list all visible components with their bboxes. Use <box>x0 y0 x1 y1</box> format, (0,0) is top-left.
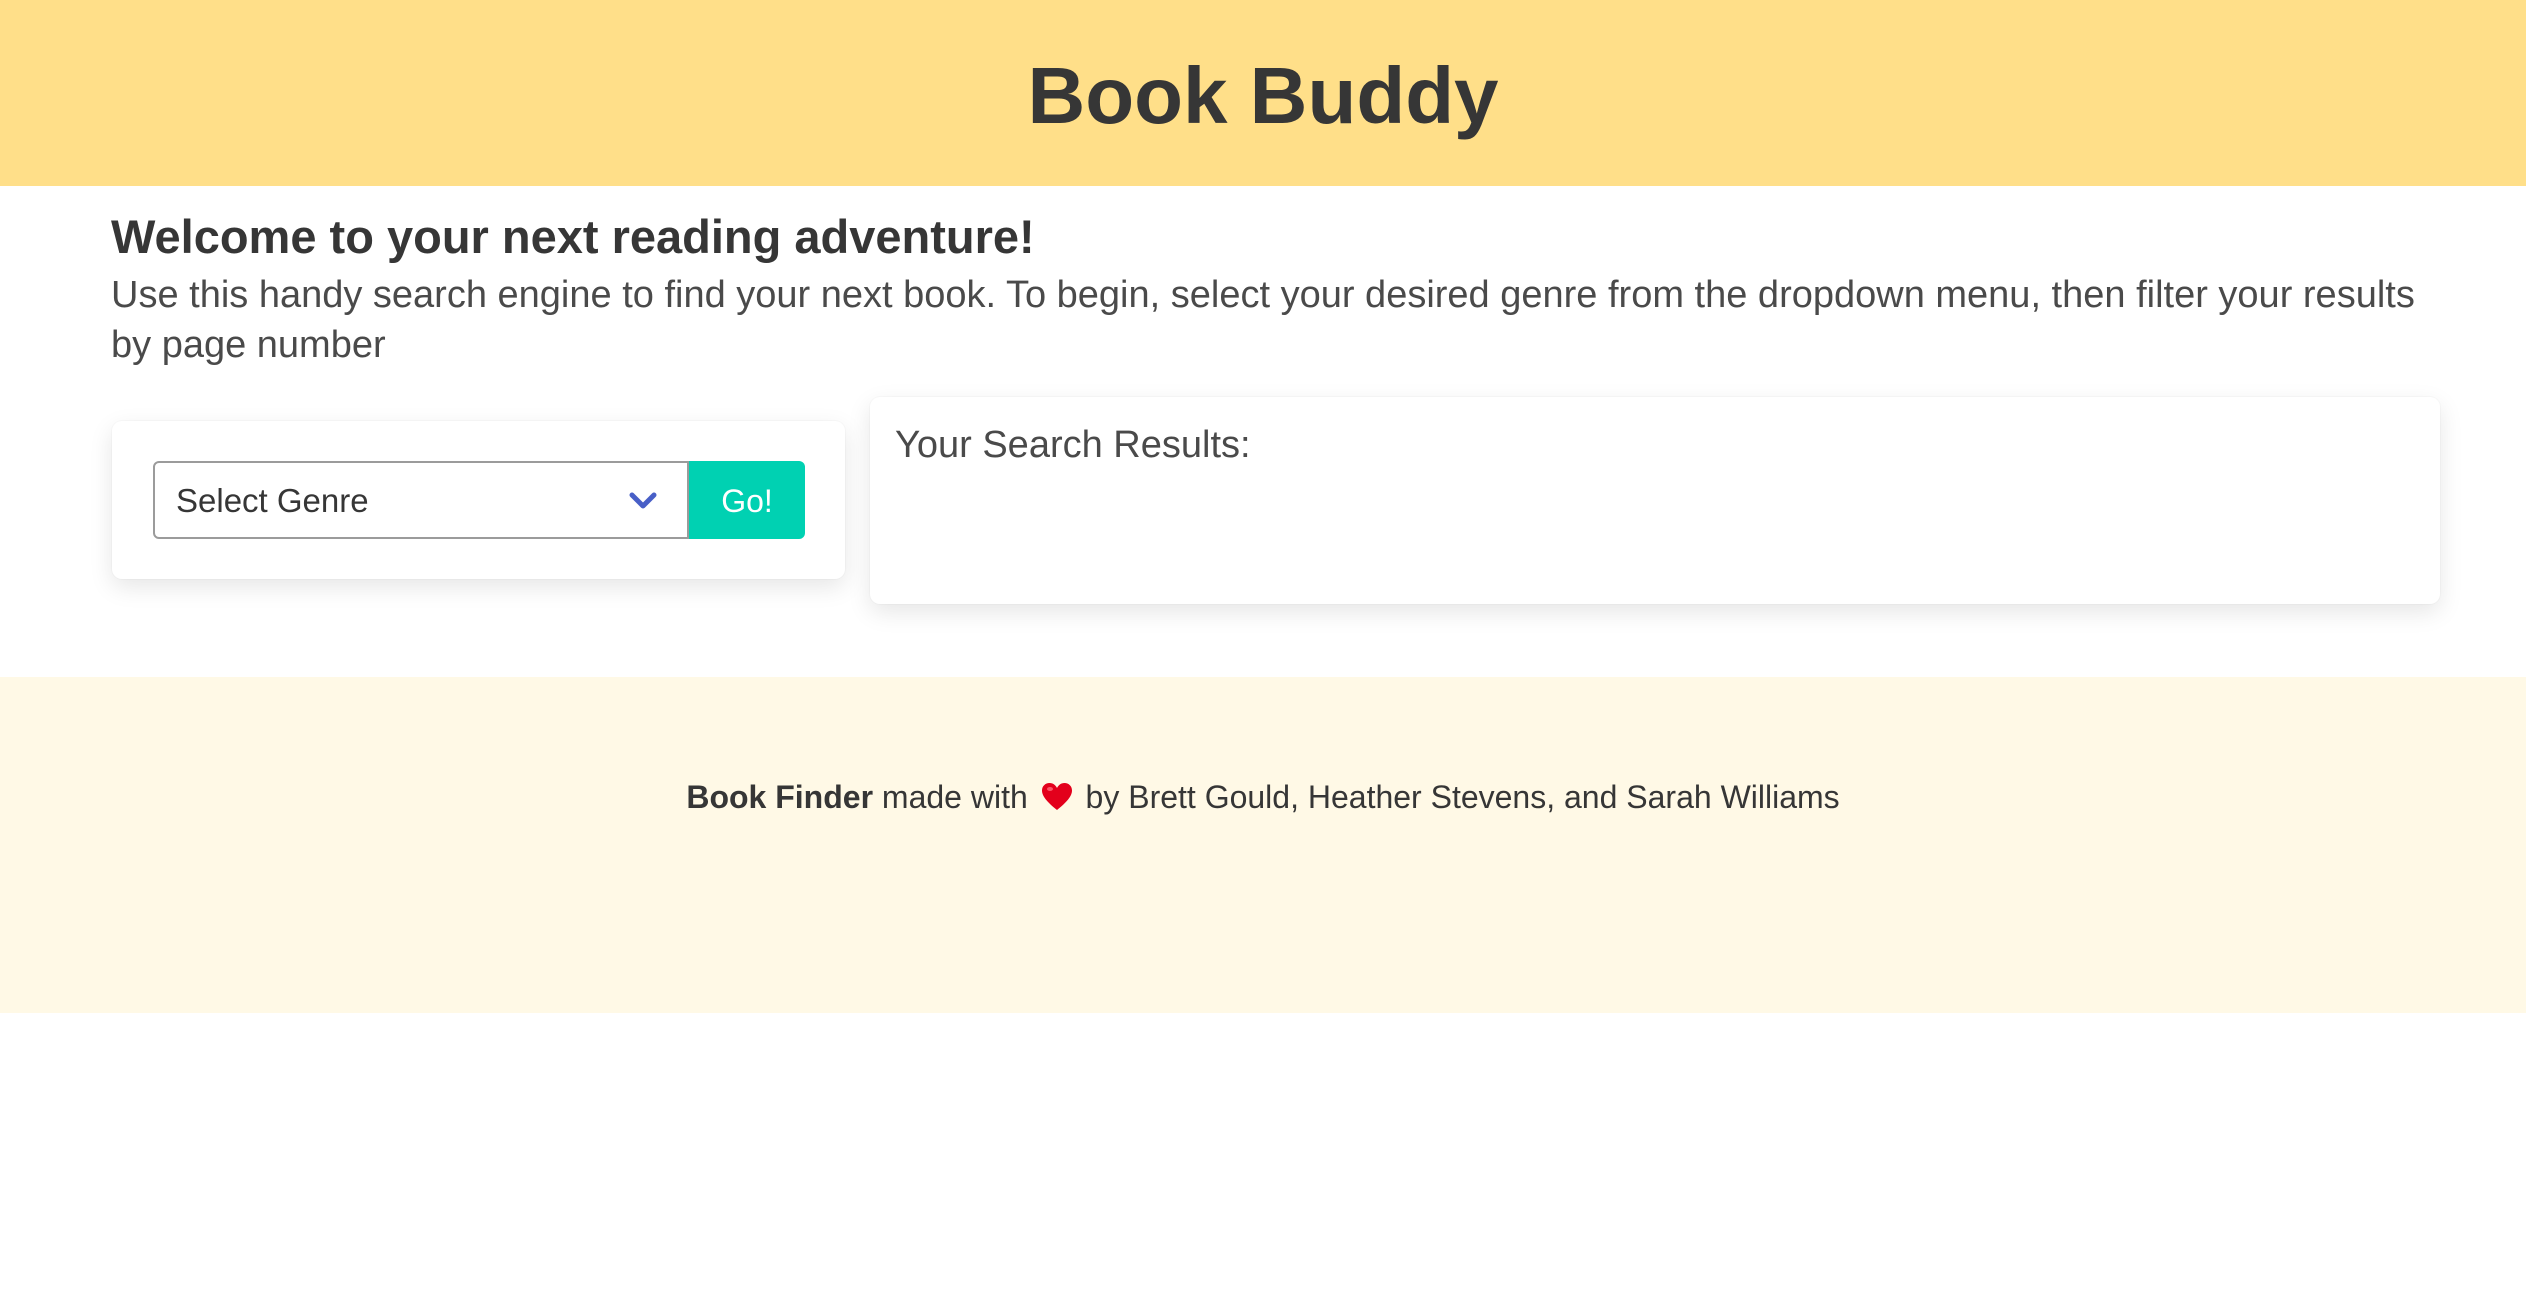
genre-select[interactable]: Select Genre <box>153 461 689 539</box>
page-title: Book Buddy <box>1027 51 1499 140</box>
footer-brand: Book Finder <box>686 779 874 815</box>
footer-credits-line: Book Finder made with by Brett Gould, He… <box>0 777 2526 817</box>
footer-credits: by Brett Gould, Heather Stevens, and Sar… <box>1085 779 1840 815</box>
footer: Book Finder made with by Brett Gould, He… <box>0 677 2526 1013</box>
heart-icon <box>1041 783 1072 810</box>
search-results-card: Your Search Results: <box>870 397 2440 604</box>
genre-select-label: Select Genre <box>176 482 369 519</box>
search-card: Select Genre Go! <box>112 421 845 579</box>
hero-banner: Book Buddy <box>0 0 2526 186</box>
chevron-down-icon <box>629 492 657 509</box>
footer-made-with: made with <box>881 779 1028 815</box>
search-results-title: Your Search Results: <box>895 424 1251 466</box>
intro-description: Use this handy search engine to find you… <box>111 274 2415 366</box>
go-button[interactable]: Go! <box>689 461 805 539</box>
welcome-heading: Welcome to your next reading adventure! <box>111 210 1035 263</box>
